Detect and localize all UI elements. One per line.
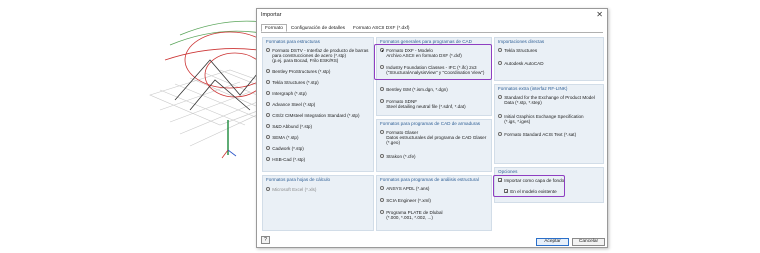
radio-button[interactable]: [498, 114, 503, 119]
radio-button[interactable]: [498, 48, 503, 53]
group-direct-imports: Importaciones directas Tekla Structures …: [494, 37, 604, 81]
option-autocad[interactable]: Autodesk AutoCAD: [498, 61, 544, 66]
radio-button[interactable]: [380, 87, 385, 92]
tab-configuracion-detalles[interactable]: Configuración de detalles: [287, 24, 349, 32]
radio-button[interactable]: [266, 91, 271, 96]
option-scia[interactable]: SCIA Engineer (*.xml): [380, 198, 431, 203]
option-cis2[interactable]: CIS/2 CIMsteel Integration Standard (*.s…: [266, 113, 360, 118]
highlight-options: [493, 175, 565, 197]
group-heading: Formatos para hojas de cálculo: [266, 177, 331, 182]
group-analysis-formats: Formatos para programas de análisis estr…: [376, 175, 492, 231]
option-sema[interactable]: SEMA (*.stp): [266, 135, 298, 140]
radio-button[interactable]: [380, 186, 385, 191]
radio-button[interactable]: [266, 146, 271, 151]
option-advance-steel[interactable]: Advance Steel (*.stp): [266, 102, 315, 107]
option-tekla-direct[interactable]: Tekla Structures: [498, 48, 537, 53]
help-button[interactable]: ?: [261, 236, 270, 244]
option-sdnf[interactable]: Formato SDNF Steel detailing neutral fil…: [380, 99, 466, 109]
option-cadwork[interactable]: Cadwork (*.stp): [266, 146, 304, 151]
radio-button[interactable]: [266, 69, 271, 74]
radio-button[interactable]: [498, 132, 503, 137]
radio-button[interactable]: [266, 48, 271, 53]
radio-button[interactable]: [266, 187, 271, 192]
radio-button[interactable]: [266, 157, 271, 162]
highlight-cad-general: [374, 44, 492, 80]
radio-button[interactable]: [266, 80, 271, 85]
accept-button[interactable]: Aceptar: [536, 238, 569, 246]
radio-button[interactable]: [266, 124, 271, 129]
group-structural-formats: Formatos para estructuras Formato DSTV -…: [262, 37, 374, 172]
import-dialog: Importar ✕ Formato Configuración de deta…: [256, 8, 608, 248]
radio-button[interactable]: [380, 99, 385, 104]
group-heading: Formatos para programas de análisis estr…: [380, 177, 479, 182]
radio-button[interactable]: [380, 154, 385, 159]
option-tekla-stp[interactable]: Tekla Structures (*.stp): [266, 80, 319, 85]
close-icon[interactable]: ✕: [596, 10, 603, 19]
radio-button[interactable]: [498, 61, 503, 66]
radio-button[interactable]: [266, 113, 271, 118]
dialog-title: Importar: [261, 12, 282, 18]
group-spreadsheet-formats: Formatos para hojas de cálculo Microsoft…: [262, 175, 374, 231]
radio-button[interactable]: [380, 198, 385, 203]
option-strakon[interactable]: Strakon (*.cfe): [380, 154, 416, 159]
option-dstv[interactable]: Formato DSTV - Interfaz de producto de b…: [266, 48, 368, 64]
tab-bar: Formato Configuración de detalles Format…: [261, 24, 414, 32]
radio-button[interactable]: [266, 102, 271, 107]
group-cad-reinforcement: Formatos para programas de CAD de armadu…: [376, 119, 492, 172]
option-intergraph[interactable]: Intergraph (*.stp): [266, 91, 307, 96]
radio-button[interactable]: [266, 135, 271, 140]
option-bentley-prostructures[interactable]: Bentley ProStructures (*.stp): [266, 69, 330, 74]
tab-divider: [261, 32, 603, 33]
option-ansys[interactable]: ANSYS APDL (*.ans): [380, 186, 429, 191]
option-plate[interactable]: Programa PLATE de Dlubal (*.000, *.001, …: [380, 210, 443, 220]
radio-button[interactable]: [380, 130, 385, 135]
radio-button[interactable]: [498, 95, 503, 100]
option-glaser[interactable]: Formato Glaser Datos estructurales del p…: [380, 130, 486, 146]
group-heading: Formatos para estructuras: [266, 39, 320, 44]
group-heading: Opciones: [498, 169, 518, 174]
group-heading: Formatos extra (interfaz RF-LINK): [498, 86, 568, 91]
option-bentley-ism[interactable]: Bentley ISM (*.ism.dgn, *.dgn): [380, 87, 448, 92]
tab-formato[interactable]: Formato: [261, 24, 287, 32]
group-heading: Formatos para programas de CAD de armadu…: [380, 121, 481, 126]
title-bar: Importar ✕: [257, 9, 607, 21]
option-iges[interactable]: Initial Graphics Exchange Specification …: [498, 114, 584, 124]
option-step[interactable]: Standard for the Exchange of Product Mod…: [498, 95, 595, 105]
option-sd-abbund[interactable]: S&D Abbund (*.stp): [266, 124, 312, 129]
tab-formato-ascii-dxf[interactable]: Formato ASCII DXF (*.dxf): [349, 24, 414, 32]
option-hsb-cad[interactable]: HSB-Cad (*.stp): [266, 157, 305, 162]
group-extra-formats: Formatos extra (interfaz RF-LINK) Standa…: [494, 84, 604, 164]
radio-button[interactable]: [380, 210, 385, 215]
cancel-button[interactable]: Cancelar: [572, 238, 605, 246]
option-excel[interactable]: Microsoft Excel (*.xls): [266, 187, 316, 192]
option-acis-sat[interactable]: Formato Standard ACIS Text (*.sat): [498, 132, 576, 137]
group-heading: Importaciones directas: [498, 39, 545, 44]
